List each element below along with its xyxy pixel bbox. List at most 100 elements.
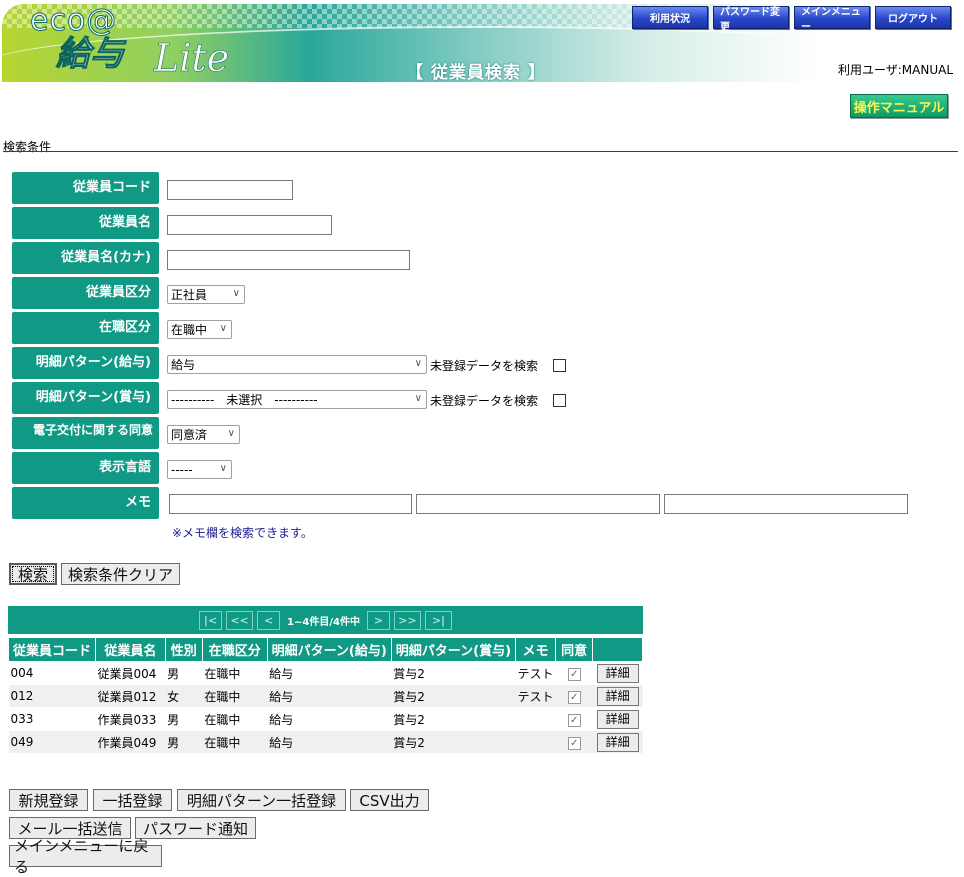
- cell-bonus: 賞与2: [391, 684, 516, 708]
- emp-type-select[interactable]: 正社員 ∨: [167, 285, 245, 304]
- consent-value: 同意済: [171, 428, 208, 442]
- col-status: 在職区分: [201, 637, 268, 662]
- col-emp-name: 従業員名: [95, 637, 166, 662]
- detail-button[interactable]: 詳細: [596, 686, 639, 706]
- pager-next-button[interactable]: >: [366, 610, 390, 630]
- bulk-register-button[interactable]: 一括登録: [93, 789, 172, 811]
- pager-last-button[interactable]: >|: [424, 610, 452, 630]
- emp-code-input[interactable]: [167, 180, 293, 200]
- pattern-salary-value: 給与: [171, 358, 196, 372]
- consent-select[interactable]: 同意済 ∨: [167, 425, 240, 444]
- chevron-down-icon: ∨: [227, 428, 235, 439]
- logo-eco: eco@: [29, 4, 118, 38]
- cell-gender: 男: [165, 707, 203, 731]
- manual-button[interactable]: 操作マニュアル: [850, 94, 948, 118]
- label-emp-kana: 従業員名(カナ): [12, 242, 159, 274]
- nav-usage-button[interactable]: 利用状況: [632, 6, 708, 29]
- row-emp-code: 従業員コード: [12, 172, 932, 204]
- consent-checkbox: ✓: [567, 690, 581, 704]
- chevron-down-icon: ∨: [414, 358, 422, 369]
- cell-detail: 詳細: [592, 730, 643, 754]
- nav-main-menu-button[interactable]: メインメニュー: [794, 6, 870, 33]
- new-register-button[interactable]: 新規登録: [9, 789, 88, 811]
- nav-logout-button[interactable]: ログアウト: [875, 6, 951, 29]
- col-pattern-bonus: 明細パターン(賞与): [390, 637, 517, 662]
- detail-button[interactable]: 詳細: [596, 732, 639, 752]
- cell-salary: 給与: [267, 730, 392, 754]
- chevron-down-icon: ∨: [219, 323, 227, 334]
- emp-kana-input[interactable]: [167, 250, 410, 270]
- col-emp-code: 従業員コード: [7, 637, 97, 662]
- label-pattern-salary: 明細パターン(給与): [12, 347, 159, 379]
- pager-first-button[interactable]: |<: [199, 610, 223, 630]
- header: eco@ 給与 Lite 【 従業員検索 】 利用状況 パスワード変更 メインメ…: [0, 0, 964, 84]
- row-pattern-bonus: 明細パターン(賞与) ---------- 未選択 ---------- ∨ 未…: [12, 382, 932, 414]
- table-row: 033 作業員033 男 在職中 給与 賞与2 ✓ 詳細: [8, 707, 643, 731]
- cell-consent: ✓: [555, 661, 593, 685]
- cell-salary: 給与: [267, 707, 392, 731]
- label-memo: メモ: [12, 487, 159, 519]
- row-emp-type: 従業員区分 正社員 ∨: [12, 277, 932, 309]
- unregistered-bonus-label: 未登録データを検索: [430, 394, 539, 408]
- label-status: 在職区分: [12, 312, 159, 344]
- detail-button[interactable]: 詳細: [596, 709, 639, 729]
- results-table: 従業員コード 従業員名 性別 在職区分 明細パターン(給与) 明細パターン(賞与…: [7, 637, 643, 754]
- search-button[interactable]: 検索: [9, 563, 57, 585]
- memo-input-3[interactable]: [664, 494, 908, 514]
- cell-salary: 給与: [267, 684, 392, 708]
- memo-input-1[interactable]: [169, 494, 412, 514]
- csv-export-button[interactable]: CSV出力: [350, 789, 429, 811]
- table-row: 049 作業員049 男 在職中 給与 賞与2 ✓ 詳細: [8, 730, 643, 754]
- back-main-menu-button[interactable]: メインメニューに戻る: [9, 837, 162, 876]
- row-consent: 電子交付に関する同意 同意済 ∨: [12, 417, 932, 449]
- label-pattern-bonus: 明細パターン(賞与): [12, 382, 159, 414]
- col-consent: 同意: [555, 637, 594, 662]
- page-title: 【 従業員検索 】: [406, 63, 546, 82]
- cell-bonus: 賞与2: [391, 707, 516, 731]
- results-header-row: 従業員コード 従業員名 性別 在職区分 明細パターン(給与) 明細パターン(賞与…: [7, 637, 643, 662]
- nav-password-button[interactable]: パスワード変更: [713, 6, 789, 33]
- pager-prev-block-button[interactable]: <<: [226, 610, 254, 630]
- pattern-bulk-register-button[interactable]: 明細パターン一括登録: [177, 789, 346, 811]
- cell-bonus: 賞与2: [391, 730, 516, 754]
- cell-name: 作業員033: [95, 707, 166, 731]
- col-pattern-salary: 明細パターン(給与): [266, 637, 392, 662]
- language-select[interactable]: ----- ∨: [167, 460, 232, 479]
- pattern-salary-select[interactable]: 給与 ∨: [167, 355, 427, 374]
- top-nav: 利用状況 パスワード変更 メインメニュー ログアウト: [632, 6, 951, 33]
- emp-name-input[interactable]: [167, 215, 332, 235]
- unregistered-salary-checkbox[interactable]: [553, 359, 566, 372]
- clear-button[interactable]: 検索条件クリア: [61, 563, 180, 585]
- cell-consent: ✓: [555, 730, 593, 754]
- cell-detail: 詳細: [592, 661, 643, 685]
- cell-detail: 詳細: [592, 684, 643, 708]
- row-language: 表示言語 ----- ∨: [12, 452, 932, 484]
- chevron-down-icon: ∨: [232, 288, 240, 299]
- cell-status: 在職中: [202, 661, 268, 685]
- row-pattern-salary: 明細パターン(給与) 給与 ∨ 未登録データを検索: [12, 347, 932, 379]
- label-emp-code: 従業員コード: [12, 172, 159, 204]
- cell-memo: テスト: [515, 684, 556, 708]
- cell-memo: [515, 730, 556, 754]
- pager-next-block-button[interactable]: >>: [393, 610, 421, 630]
- pattern-bonus-select[interactable]: ---------- 未選択 ---------- ∨: [167, 390, 427, 409]
- pager-prev-button[interactable]: <: [257, 610, 281, 630]
- cell-name: 従業員004: [95, 661, 166, 685]
- language-value: -----: [171, 462, 193, 477]
- chevron-down-icon: ∨: [219, 463, 227, 474]
- cell-status: 在職中: [202, 730, 268, 754]
- cell-code: 049: [8, 730, 96, 754]
- unregistered-bonus-checkbox[interactable]: [553, 394, 566, 407]
- row-emp-kana: 従業員名(カナ): [12, 242, 932, 274]
- label-emp-type: 従業員区分: [12, 277, 159, 309]
- memo-input-2[interactable]: [416, 494, 660, 514]
- cell-salary: 給与: [267, 661, 392, 685]
- consent-checkbox: ✓: [567, 713, 581, 727]
- cell-name: 作業員049: [95, 730, 166, 754]
- status-select[interactable]: 在職中 ∨: [167, 320, 232, 339]
- detail-button[interactable]: 詳細: [596, 663, 639, 683]
- cell-code: 033: [8, 707, 96, 731]
- memo-note: ※メモ欄を検索できます。: [172, 526, 313, 540]
- col-gender: 性別: [164, 637, 203, 662]
- results-panel: |< << < 1~4件目/4件中 > >> >| 従業員コード 従業員名 性別…: [7, 606, 643, 754]
